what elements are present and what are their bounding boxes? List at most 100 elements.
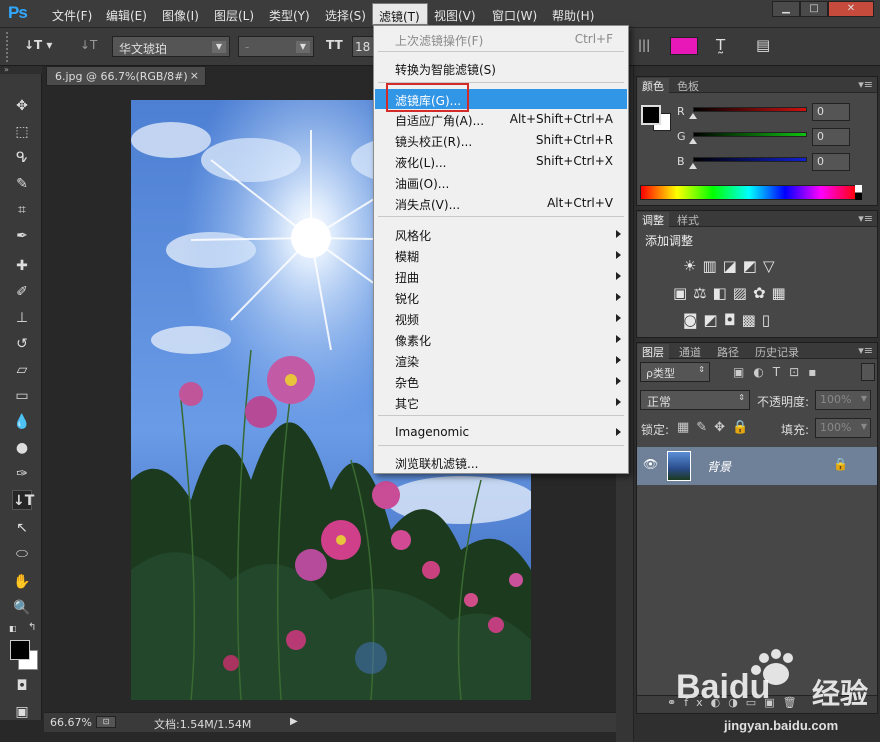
text-orientation-icon[interactable]: ↓T (80, 38, 97, 52)
filter-menu-item[interactable]: 消失点(V)... Alt+Ctrl+V (375, 193, 627, 213)
slider-handle-icon[interactable] (689, 113, 697, 119)
filter-menu-item[interactable]: Imagenomic (375, 422, 627, 442)
menu-filter[interactable]: 滤镜(T) (372, 3, 428, 25)
menu-item[interactable]: 编辑(E) (106, 7, 147, 24)
quick-select-tool-icon[interactable]: ✎ (12, 174, 32, 194)
fill-field[interactable]: 100% ▼ (815, 418, 871, 438)
eraser-tool-icon[interactable]: ▱ (12, 360, 32, 380)
eyedropper-tool-icon[interactable]: ✒ (12, 226, 32, 246)
layer-filter-icons[interactable]: ▣◐T⊡▪ (733, 365, 825, 379)
bw-ramp[interactable] (855, 185, 862, 200)
status-preview-icon[interactable]: ⊡ (96, 716, 116, 728)
stamp-tool-icon[interactable]: ⊥ (12, 308, 32, 328)
menu-item[interactable]: 窗口(W) (492, 7, 537, 24)
document-tab[interactable]: 6.jpg @ 66.7%(RGB/8#) × (46, 66, 206, 86)
quick-mask-icon[interactable]: ◘ (12, 676, 32, 696)
create-warped-text-icon[interactable]: T̰ (716, 36, 725, 54)
default-colors-icon[interactable]: ◧ (9, 624, 17, 633)
menu-item[interactable]: 图像(I) (162, 7, 199, 24)
menu-item[interactable]: 图层(L) (214, 7, 254, 24)
font-family-select[interactable]: 华文琥珀 ▼ (112, 36, 230, 57)
type-tool-icon[interactable]: ↓T (12, 490, 34, 510)
font-size-field[interactable]: 18 (352, 36, 374, 57)
channel-slider[interactable] (693, 157, 807, 162)
filter-menu-item[interactable]: 油画(O)... (375, 172, 627, 192)
text-color-swatch[interactable] (670, 37, 698, 55)
tab-color[interactable]: 颜色 (637, 78, 669, 93)
maximize-button[interactable]: □ (800, 1, 828, 17)
channel-value-field[interactable]: 0 (812, 128, 850, 146)
minimize-button[interactable]: ▁ (772, 1, 800, 17)
blur-tool-icon[interactable]: 💧 (12, 412, 32, 432)
filter-menu-item[interactable]: 视频 (375, 308, 627, 328)
menu-item[interactable]: 类型(Y) (269, 7, 310, 24)
filter-menu-item[interactable]: 其它 (375, 392, 627, 412)
panel-menu-icon[interactable]: ▾≡ (858, 344, 873, 357)
foreground-color-swatch[interactable] (10, 640, 30, 660)
menu-item[interactable]: 选择(S) (325, 7, 366, 24)
blend-mode-select[interactable]: 正常 ⇕ (640, 390, 750, 410)
filter-menu-item[interactable]: 渲染 (375, 350, 627, 370)
type-tool-preset-icon[interactable]: ↓T ▾ (24, 38, 52, 52)
tab-swatches[interactable]: 色板 (677, 78, 699, 94)
dodge-tool-icon[interactable]: ● (12, 438, 32, 458)
tab-adjustments[interactable]: 调整 (637, 212, 669, 227)
menu-item[interactable]: 帮助(H) (552, 7, 594, 24)
filter-menu-item[interactable]: 浏览联机滤镜... (375, 452, 627, 472)
layer-row[interactable]: 👁 背景 🔒 (637, 447, 877, 485)
status-menu-arrow-icon[interactable]: ▶ (290, 716, 298, 727)
adjustment-icons-row-3[interactable]: ◙◩◘▩▯ (683, 311, 776, 329)
tab-channels[interactable]: 通道 (679, 344, 701, 360)
filter-menu-item[interactable]: 锐化 (375, 287, 627, 307)
tab-history[interactable]: 历史记录 (755, 344, 799, 360)
channel-value-field[interactable]: 0 (812, 103, 850, 121)
healing-brush-tool-icon[interactable]: ✚ (12, 256, 32, 276)
font-style-select[interactable]: - ▼ (238, 36, 314, 57)
filter-menu-item[interactable]: 液化(L)... Shift+Ctrl+X (375, 151, 627, 171)
tab-styles[interactable]: 样式 (677, 212, 699, 228)
panel-menu-icon[interactable]: ▾≡ (858, 78, 873, 91)
crop-tool-icon[interactable]: ⌗ (12, 200, 32, 220)
zoom-level[interactable]: 66.67% (50, 716, 92, 729)
lasso-tool-icon[interactable]: ᕴ (12, 148, 32, 168)
channel-slider[interactable] (693, 132, 807, 137)
channel-value-field[interactable]: 0 (812, 153, 850, 171)
menu-item[interactable]: 视图(V) (434, 7, 476, 24)
ellipse-tool-icon[interactable]: ⬭ (12, 544, 32, 564)
filter-menu-item[interactable]: 杂色 (375, 371, 627, 391)
panel-menu-icon[interactable]: ▾≡ (858, 212, 873, 225)
filter-menu-item[interactable]: 像素化 (375, 329, 627, 349)
screen-mode-icon[interactable]: ▣ (12, 702, 32, 722)
filter-menu-item[interactable]: 上次滤镜操作(F) Ctrl+F (375, 29, 627, 49)
marquee-tool-icon[interactable]: ⬚ (12, 122, 32, 142)
tab-paths[interactable]: 路径 (717, 344, 739, 360)
opacity-field[interactable]: 100% ▼ (815, 390, 871, 410)
fg-color-chip[interactable] (641, 105, 661, 125)
close-icon[interactable]: × (190, 69, 199, 82)
filter-menu-item[interactable]: 转换为智能滤镜(S) (375, 58, 627, 78)
layer-name[interactable]: 背景 (707, 458, 731, 475)
warp-text-icon[interactable]: ||| (638, 38, 650, 52)
zoom-tool-icon[interactable]: 🔍 (12, 598, 32, 618)
close-window-button[interactable]: ✕ (828, 1, 874, 17)
layer-filter-select[interactable]: ρ类型 ⇕ (640, 362, 710, 382)
move-tool-icon[interactable]: ✥ (12, 96, 32, 116)
filter-menu-item[interactable]: 镜头校正(R)... Shift+Ctrl+R (375, 130, 627, 150)
tools-collapse[interactable]: » (0, 66, 42, 74)
color-spectrum-ramp[interactable] (640, 185, 858, 200)
filter-toggle[interactable] (861, 363, 875, 381)
tab-layers[interactable]: 图层 (637, 344, 669, 359)
pen-tool-icon[interactable]: ✑ (12, 464, 32, 484)
filter-menu-item[interactable]: 自适应广角(A)... Alt+Shift+Ctrl+A (375, 109, 627, 129)
filter-menu-item[interactable]: 模糊 (375, 245, 627, 265)
adjustment-icons-row-2[interactable]: ▣⚖◧▨✿▦ (673, 284, 792, 302)
slider-handle-icon[interactable] (689, 138, 697, 144)
path-select-tool-icon[interactable]: ↖ (12, 518, 32, 538)
filter-menu-item[interactable]: 风格化 (375, 224, 627, 244)
swap-colors-icon[interactable]: ↰ (28, 622, 36, 633)
visibility-eye-icon[interactable]: 👁 (643, 457, 658, 471)
lock-icons[interactable]: ▦✎✥🔒 (677, 420, 755, 435)
hand-tool-icon[interactable]: ✋ (12, 572, 32, 592)
menu-item[interactable]: 文件(F) (52, 7, 92, 24)
channel-slider[interactable] (693, 107, 807, 112)
